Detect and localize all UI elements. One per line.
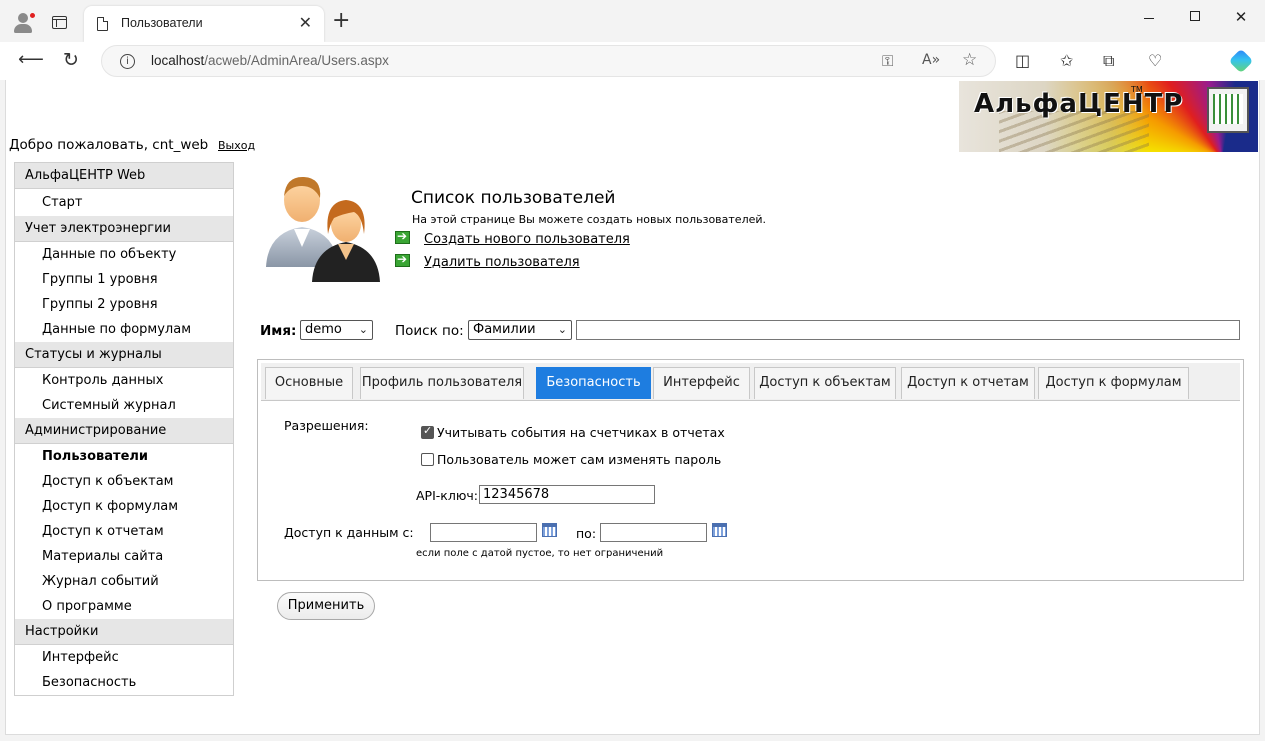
alphacenter-logo: АльфаЦЕНТР TM	[959, 81, 1258, 152]
name-select[interactable]: demo ⌄	[300, 320, 373, 340]
sidebar-item-object-data[interactable]: Данные по объекту	[15, 242, 233, 267]
sidebar-item-groups-2[interactable]: Группы 2 уровня	[15, 292, 233, 317]
browser-essentials-icon[interactable]: ♡	[1148, 51, 1162, 70]
page-title: Список пользователей	[411, 188, 616, 208]
sidebar: АльфаЦЕНТР Web Старт Учет электроэнергии…	[14, 162, 234, 696]
key-icon[interactable]: ⚿	[882, 52, 893, 70]
page-viewport: АльфаЦЕНТР TM Добро пожаловать, cnt_web …	[5, 80, 1260, 735]
welcome-text: Добро пожаловать, cnt_web	[9, 137, 209, 153]
tab-formula-access[interactable]: Доступ к формулам	[1038, 367, 1189, 399]
count-meter-events-label[interactable]: Учитывать события на счетчиках в отчетах	[437, 425, 725, 440]
tab-user-profile[interactable]: Профиль пользователя	[360, 367, 524, 399]
chevron-down-icon: ⌄	[358, 323, 368, 336]
tab-security[interactable]: Безопасность	[536, 367, 651, 399]
sidebar-item-groups-1[interactable]: Группы 1 уровня	[15, 267, 233, 292]
favorite-star-icon[interactable]: ☆	[962, 50, 977, 70]
browser-tab-bar: Пользователи ✕ + ✕	[0, 0, 1265, 42]
minimize-button[interactable]	[1126, 7, 1172, 27]
sidebar-section-header[interactable]: Учет электроэнергии	[15, 216, 233, 242]
tab-interface[interactable]: Интерфейс	[653, 367, 750, 399]
tab-object-access[interactable]: Доступ к объектам	[754, 367, 896, 399]
info-icon[interactable]: i	[120, 54, 135, 69]
sidebar-section-header[interactable]: Статусы и журналы	[15, 342, 233, 368]
sidebar-item-users[interactable]: Пользователи	[15, 444, 233, 469]
sidebar-item-formula-data[interactable]: Данные по формулам	[15, 317, 233, 342]
date-to-label: по:	[576, 526, 597, 541]
sidebar-section-header[interactable]: АльфаЦЕНТР Web	[15, 163, 233, 189]
close-tab-icon[interactable]: ✕	[299, 13, 312, 32]
sidebar-item-system-log[interactable]: Системный журнал	[15, 393, 233, 418]
search-input[interactable]	[576, 320, 1240, 340]
arrow-right-icon	[395, 252, 410, 267]
logout-link[interactable]: Выход	[218, 139, 255, 152]
users-icon	[266, 176, 380, 282]
tab-report-access[interactable]: Доступ к отчетам	[901, 367, 1035, 399]
date-from-input[interactable]	[430, 523, 537, 542]
name-label: Имя:	[260, 323, 297, 339]
favorites-icon[interactable]: ✩	[1060, 51, 1073, 70]
url-text[interactable]: localhost/acweb/AdminArea/Users.aspx	[151, 53, 389, 68]
sidebar-item-interface[interactable]: Интерфейс	[15, 645, 233, 670]
data-access-from-label: Доступ к данным с:	[284, 525, 414, 540]
user-settings-panel: Основные Профиль пользователя Безопаснос…	[257, 359, 1244, 581]
sidebar-item-about[interactable]: О программе	[15, 594, 233, 619]
read-aloud-icon[interactable]: A»	[922, 52, 940, 68]
new-tab-button[interactable]: +	[332, 10, 350, 32]
browser-toolbar: ⟵ ↻ i localhost/acweb/AdminArea/Users.as…	[0, 42, 1265, 80]
search-by-label: Поиск по:	[395, 323, 464, 339]
sidebar-section-header[interactable]: Настройки	[15, 619, 233, 645]
user-change-password-label[interactable]: Пользователь может сам изменять пароль	[437, 452, 721, 467]
tab-actions-icon[interactable]	[52, 16, 67, 29]
arrow-right-icon	[395, 229, 410, 244]
reload-icon[interactable]: ↻	[63, 50, 79, 70]
calendar-icon[interactable]	[712, 523, 727, 537]
back-icon[interactable]: ⟵	[18, 50, 44, 70]
api-key-label: API-ключ:	[416, 488, 478, 503]
sidebar-item-object-access[interactable]: Доступ к объектам	[15, 469, 233, 494]
maximize-button[interactable]	[1172, 7, 1218, 27]
sidebar-item-start[interactable]: Старт	[15, 189, 233, 216]
api-key-input[interactable]: 12345678	[479, 485, 655, 504]
sidebar-item-site-materials[interactable]: Материалы сайта	[15, 544, 233, 569]
date-hint: если поле с датой пустое, то нет огранич…	[416, 548, 664, 559]
search-by-select[interactable]: Фамилии ⌄	[468, 320, 572, 340]
chevron-down-icon: ⌄	[557, 323, 567, 336]
page-description: На этой странице Вы можете создать новых…	[412, 213, 767, 226]
user-change-password-checkbox[interactable]	[421, 453, 434, 466]
date-to-input[interactable]	[600, 523, 707, 542]
split-screen-icon[interactable]: ◫	[1015, 51, 1030, 70]
sidebar-item-security[interactable]: Безопасность	[15, 670, 233, 695]
calendar-icon[interactable]	[542, 523, 557, 537]
page-icon	[97, 17, 108, 31]
browser-tab-title: Пользователи	[121, 16, 203, 30]
sidebar-section-header[interactable]: Администрирование	[15, 418, 233, 444]
browser-tab-users[interactable]: Пользователи ✕	[84, 6, 324, 42]
sidebar-item-report-access[interactable]: Доступ к отчетам	[15, 519, 233, 544]
permissions-label: Разрешения:	[284, 418, 369, 433]
create-user-link[interactable]: Создать нового пользователя	[424, 232, 630, 247]
collections-icon[interactable]: ⧉	[1103, 51, 1114, 71]
tab-basic[interactable]: Основные	[265, 367, 353, 399]
sidebar-item-event-log[interactable]: Журнал событий	[15, 569, 233, 594]
profile-icon[interactable]	[12, 12, 36, 34]
sidebar-item-formula-access[interactable]: Доступ к формулам	[15, 494, 233, 519]
apply-button[interactable]: Применить	[277, 592, 375, 620]
count-meter-events-checkbox[interactable]	[421, 424, 434, 439]
delete-user-link[interactable]: Удалить пользователя	[424, 255, 580, 270]
sidebar-item-data-control[interactable]: Контроль данных	[15, 368, 233, 393]
address-bar[interactable]: i localhost/acweb/AdminArea/Users.aspx ⚿…	[101, 45, 996, 77]
close-window-button[interactable]: ✕	[1218, 7, 1264, 27]
copilot-icon[interactable]	[1228, 48, 1254, 74]
tab-strip: Основные Профиль пользователя Безопаснос…	[261, 363, 1240, 401]
